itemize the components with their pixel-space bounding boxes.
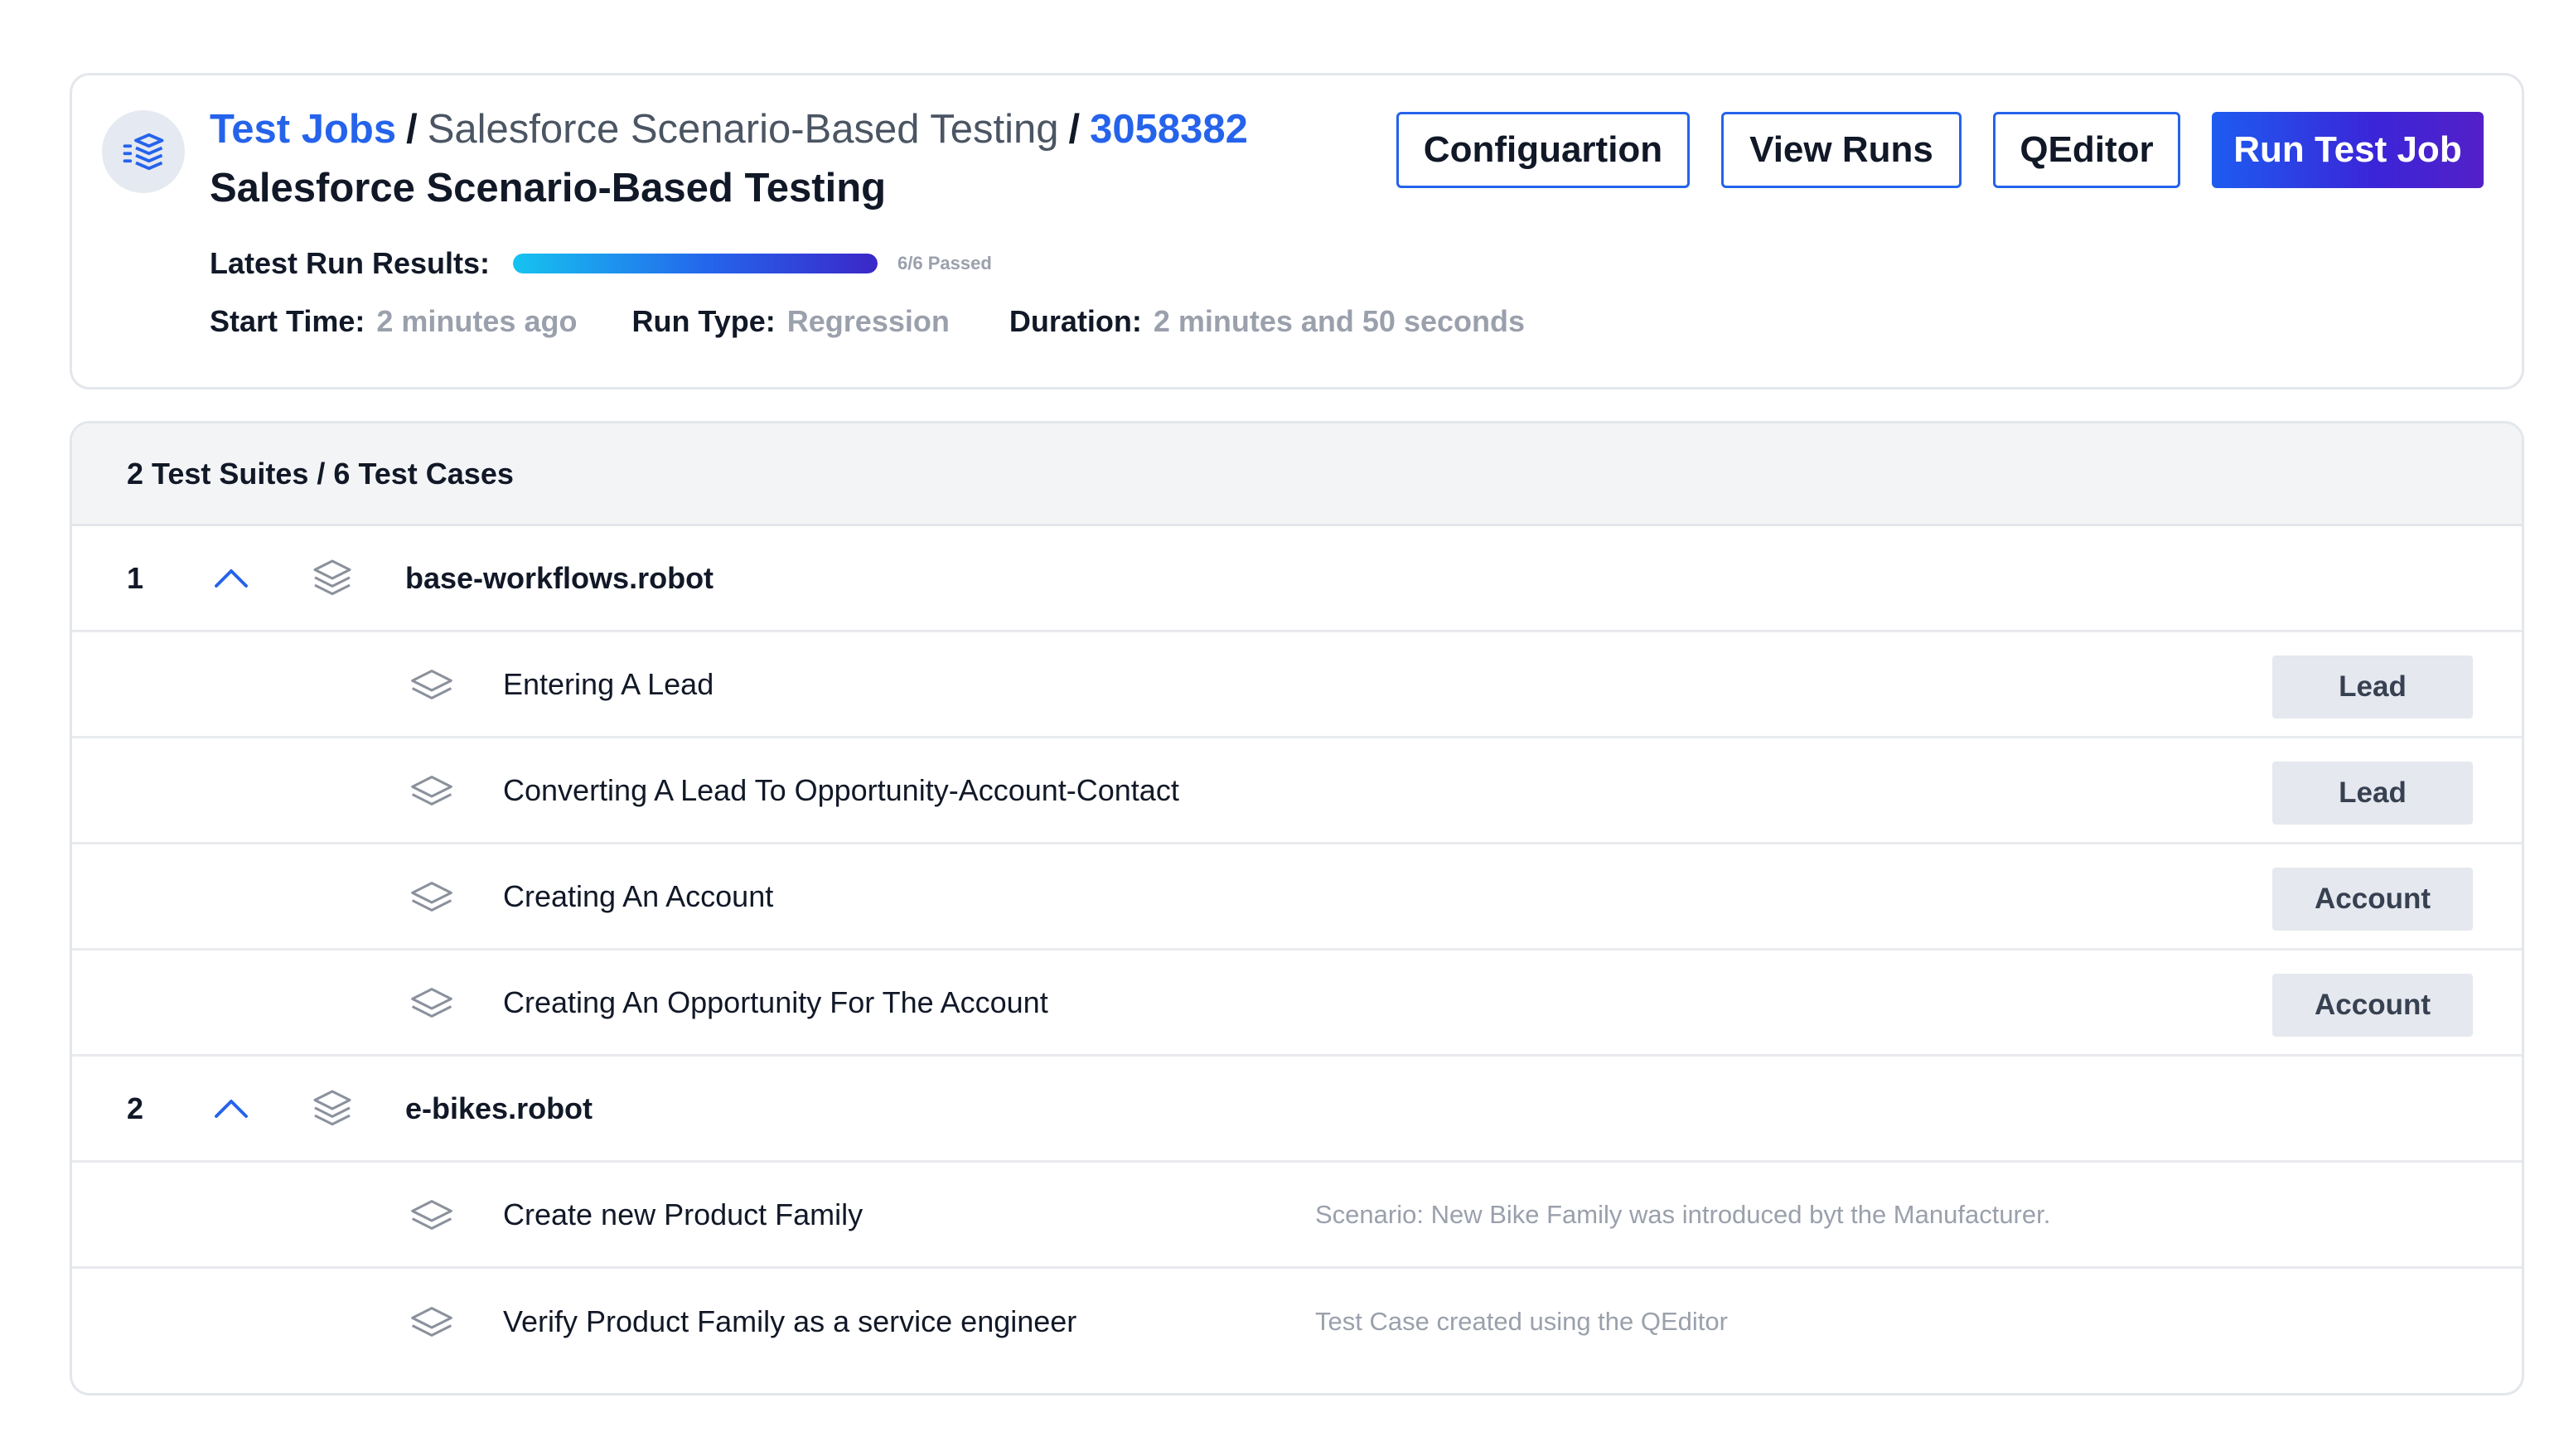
layers-icon [309, 526, 356, 630]
duration-label: Duration: [1009, 304, 1142, 338]
test-case-row[interactable]: Converting A Lead To Opportunity-Account… [72, 738, 2522, 844]
run-meta: Start Time: 2 minutes ago Run Type: Regr… [210, 304, 1525, 339]
test-case-tag: Account [2272, 974, 2473, 1037]
suite-row[interactable]: 1 base-workflows.robot [72, 526, 2522, 632]
layer-icon [409, 844, 455, 948]
chevron-up-icon[interactable] [211, 1057, 251, 1160]
layer-icon [409, 1269, 455, 1375]
configuration-button[interactable]: Configuartion [1396, 112, 1690, 188]
duration-value: 2 minutes and 50 seconds [1153, 304, 1525, 338]
test-case-row[interactable]: Verify Product Family as a service engin… [72, 1269, 2522, 1375]
chevron-up-icon[interactable] [211, 526, 251, 630]
test-case-tag: Account [2272, 868, 2473, 931]
test-case-tag: Lead [2272, 655, 2473, 718]
latest-run-results: Latest Run Results: 6/6 Passed [210, 246, 992, 281]
latest-run-label: Latest Run Results: [210, 246, 491, 280]
breadcrumb-job-id-link[interactable]: 3058382 [1090, 107, 1248, 152]
run-type-label: Run Type: [631, 304, 776, 338]
layer-icon [409, 632, 455, 736]
test-case-name[interactable]: Converting A Lead To Opportunity-Account… [503, 738, 1179, 842]
layer-icon [409, 1163, 455, 1266]
test-case-description: Test Case created using the QEditor [1315, 1307, 1728, 1336]
qeditor-button[interactable]: QEditor [1993, 112, 2180, 188]
view-runs-button[interactable]: View Runs [1721, 112, 1962, 188]
test-case-name[interactable]: Creating An Account [503, 844, 773, 948]
test-case-row[interactable]: Entering A Lead Lead [72, 632, 2522, 738]
breadcrumb-test-jobs-link[interactable]: Test Jobs [210, 107, 396, 152]
test-case-name[interactable]: Entering A Lead [503, 632, 714, 736]
layer-icon [409, 738, 455, 842]
page-title: Salesforce Scenario-Based Testing [210, 166, 887, 210]
test-case-row[interactable]: Creating An Opportunity For The Account A… [72, 951, 2522, 1057]
run-test-job-button[interactable]: Run Test Job [2212, 112, 2484, 188]
breadcrumb-separator: / [406, 107, 418, 152]
suite-index: 1 [127, 560, 144, 595]
test-case-name[interactable]: Verify Product Family as a service engin… [503, 1269, 1076, 1375]
suite-name[interactable]: e-bikes.robot [405, 1057, 593, 1160]
layer-icon [409, 951, 455, 1054]
suite-name[interactable]: base-workflows.robot [405, 526, 714, 630]
run-progress-fill [513, 254, 878, 273]
test-case-name[interactable]: Creating An Opportunity For The Account [503, 951, 1048, 1054]
test-suites-panel: 2 Test Suites / 6 Test Cases 1 base-workf… [70, 421, 2524, 1396]
breadcrumb-job-name: Salesforce Scenario-Based Testing [427, 107, 1059, 152]
test-case-description: Scenario: New Bike Family was introduced… [1315, 1199, 2051, 1229]
start-time-label: Start Time: [210, 304, 365, 338]
run-type-value: Regression [786, 304, 950, 338]
test-case-name[interactable]: Create new Product Family [503, 1163, 863, 1266]
start-time-value: 2 minutes ago [376, 304, 578, 338]
suite-row[interactable]: 2 e-bikes.robot [72, 1057, 2522, 1163]
suite-list: 1 base-workflows.robot Entering A Lead Lead… [72, 526, 2522, 1375]
run-progress-bar [513, 254, 878, 273]
test-case-row[interactable]: Create new Product Family Scenario: New B… [72, 1163, 2522, 1269]
suites-summary: 2 Test Suites / 6 Test Cases [72, 423, 2522, 526]
test-job-header: Test Jobs / Salesforce Scenario-Based Test… [70, 73, 2524, 389]
breadcrumb: Test Jobs / Salesforce Scenario-Based Test… [210, 105, 1248, 154]
test-case-row[interactable]: Creating An Account Account [72, 844, 2522, 951]
test-case-tag: Lead [2272, 762, 2473, 825]
layers-icon [309, 1057, 356, 1160]
suite-index: 2 [127, 1091, 144, 1125]
stacked-layers-icon [102, 110, 185, 193]
run-progress-text: 6/6 Passed [897, 253, 992, 273]
breadcrumb-separator: / [1068, 107, 1081, 152]
